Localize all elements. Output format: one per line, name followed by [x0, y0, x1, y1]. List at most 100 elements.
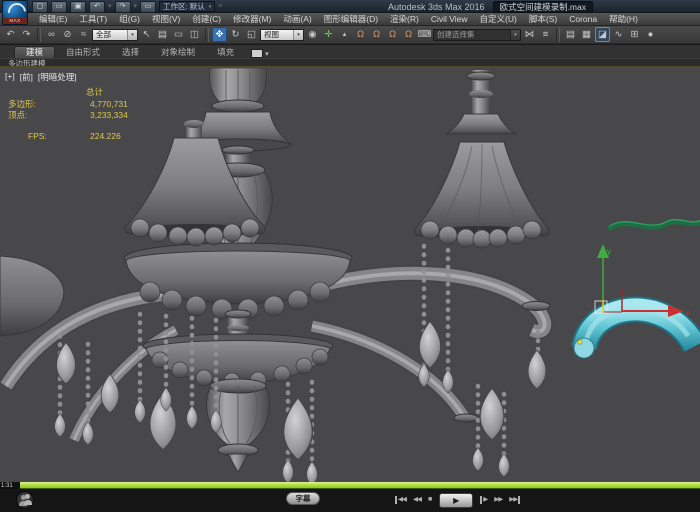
- save-file-icon[interactable]: ▣: [70, 1, 86, 13]
- viewers-button[interactable]: [16, 491, 34, 509]
- angle-snap-icon[interactable]: Ω: [369, 27, 384, 42]
- stats-fps-row: FPS:224.226: [8, 131, 128, 143]
- chevron-down-icon: ▾: [209, 4, 212, 10]
- playback-controls: ◀◀ ◀◀ ■ ▶ ▶ ▶▶ ▶▶: [395, 492, 520, 508]
- minimize-ribbon-button[interactable]: ▾: [251, 49, 269, 58]
- viewport[interactable]: y x [+] [前] [明暗处理] 总计 多边形:4,770,731 顶点:3…: [0, 68, 700, 482]
- toolbar-separator: [556, 28, 560, 42]
- viewport-general-menu[interactable]: [+]: [5, 71, 15, 83]
- selection-filter-dropdown[interactable]: 全部 ▾: [92, 29, 138, 41]
- menu-graph-editors[interactable]: 图形编辑器(D): [318, 13, 384, 25]
- vertex-handle[interactable]: [578, 340, 582, 344]
- menu-views[interactable]: 视图(V): [146, 13, 186, 25]
- select-by-name-icon[interactable]: ▤: [155, 27, 170, 42]
- skip-to-start-button[interactable]: ◀◀: [395, 496, 406, 504]
- menu-bar: 编辑(E) 工具(T) 组(G) 视图(V) 创建(C) 修改器(M) 动画(A…: [0, 13, 700, 26]
- schematic-view-icon[interactable]: ⊞: [627, 27, 642, 42]
- workspace-selector[interactable]: 工作区: 默认 ▾: [159, 1, 215, 12]
- tab-selection[interactable]: 选择: [111, 47, 150, 58]
- layer-explorer-icon[interactable]: ▦: [579, 27, 594, 42]
- scene-explorer-icon[interactable]: ▤: [563, 27, 578, 42]
- selection-filter-value: 全部: [96, 29, 111, 40]
- subtitles-button[interactable]: 字幕: [286, 492, 320, 505]
- menu-scripting[interactable]: 脚本(S): [523, 13, 563, 25]
- bind-to-spacewarp-icon[interactable]: ≈: [76, 27, 91, 42]
- menu-rendering[interactable]: 渲染(R): [384, 13, 425, 25]
- fast-forward-button[interactable]: ▶▶: [494, 496, 502, 504]
- undo-icon[interactable]: ↶: [89, 1, 105, 13]
- unlink-selection-icon[interactable]: ⊘: [60, 27, 75, 42]
- spinner-snap-icon[interactable]: Ω: [401, 27, 416, 42]
- toggle-scene-explorer-icon[interactable]: ◪: [595, 27, 610, 42]
- play-button[interactable]: ▶: [439, 493, 473, 508]
- redo-icon[interactable]: ↷: [115, 1, 131, 13]
- select-and-manipulate-icon[interactable]: ✛: [321, 27, 336, 42]
- window-title: Autodesk 3ds Max 2016 欧式空间建模录制.max: [388, 1, 593, 12]
- curve-editor-icon[interactable]: ∿: [611, 27, 626, 42]
- menu-tools[interactable]: 工具(T): [73, 13, 113, 25]
- step-forward-button[interactable]: ▶: [480, 496, 487, 504]
- menu-customize[interactable]: 自定义(U): [474, 13, 523, 25]
- stats-fps-value: 224.226: [90, 131, 121, 141]
- stats-verts-value: 3,233,334: [90, 110, 128, 120]
- ribbon: 建模 自由形式 选择 对象绘制 填充 ▾ 多边形建模: [0, 45, 700, 68]
- ribbon-state-icon: [251, 49, 263, 58]
- percent-snap-icon[interactable]: Ω: [385, 27, 400, 42]
- named-selection-sets-value: 创建选择集: [437, 29, 475, 40]
- main-toolbar: ↶ ↷ ∞ ⊘ ≈ 全部 ▾ ↖ ▤ ▭ ◫ ✥ ↻ ◱ 视图 ▾ ◉ ✛ ▲ …: [0, 26, 700, 44]
- progress-bar[interactable]: [20, 482, 700, 489]
- select-and-rotate-button[interactable]: ↻: [228, 27, 243, 42]
- player-progress-row: 1:31: [0, 482, 700, 489]
- use-pivot-center-icon[interactable]: ◉: [305, 27, 320, 42]
- max-logo-label: MAX: [3, 18, 27, 24]
- viewport-label-row: [+] [前] [明暗处理]: [5, 71, 77, 83]
- app-window: ▢ ▭ ▣ ↶ ▾ ↷ ▾ ▭ 工作区: 默认 ▾ ≡ Autodesk 3ds…: [0, 0, 700, 512]
- select-and-scale-button[interactable]: ◱: [244, 27, 259, 42]
- tab-object-paint[interactable]: 对象绘制: [150, 47, 206, 58]
- open-file-icon[interactable]: ▭: [51, 1, 67, 13]
- align-icon[interactable]: ≡: [538, 27, 553, 42]
- reference-coordinate-dropdown[interactable]: 视图 ▾: [260, 29, 304, 41]
- player-control-bar: 字幕 ◀◀ ◀◀ ■ ▶ ▶ ▶▶ ▶▶: [0, 489, 700, 512]
- select-and-link-icon[interactable]: ∞: [44, 27, 59, 42]
- menu-group[interactable]: 组(G): [113, 13, 146, 25]
- select-object-icon[interactable]: ↖: [139, 27, 154, 42]
- viewport-statistics: 总计 多边形:4,770,731 顶点:3,233,334 FPS:224.22…: [8, 87, 128, 142]
- ribbon-tabs: 建模 自由形式 选择 对象绘制 填充 ▾: [0, 45, 700, 58]
- viewport-pov-menu[interactable]: [前]: [20, 71, 33, 83]
- elapsed-time: 1:31: [0, 483, 20, 489]
- redo-button[interactable]: ↷: [19, 27, 34, 42]
- menu-help[interactable]: 帮助(H): [603, 13, 644, 25]
- tab-freeform[interactable]: 自由形式: [55, 47, 111, 58]
- undo-dropdown-icon[interactable]: ▾: [108, 2, 112, 12]
- menu-create[interactable]: 创建(C): [186, 13, 227, 25]
- qat-customize-icon[interactable]: ≡: [218, 2, 222, 12]
- menu-animation[interactable]: 动画(A): [277, 13, 317, 25]
- material-editor-icon[interactable]: ●: [643, 27, 658, 42]
- rewind-button[interactable]: ◀◀: [413, 496, 421, 504]
- undo-button[interactable]: ↶: [3, 27, 18, 42]
- selection-region-icon[interactable]: ▭: [171, 27, 186, 42]
- tab-populate[interactable]: 填充: [206, 47, 245, 58]
- stop-button[interactable]: ■: [428, 496, 432, 504]
- redo-dropdown-icon[interactable]: ▾: [134, 2, 138, 12]
- skip-to-end-button[interactable]: ▶▶: [509, 496, 520, 504]
- select-and-move-button[interactable]: ✥: [212, 27, 227, 42]
- viewport-shading-menu[interactable]: [明暗处理]: [38, 71, 77, 83]
- tab-modeling[interactable]: 建模: [14, 46, 55, 58]
- mirror-icon[interactable]: ⋈: [522, 27, 537, 42]
- menu-modifiers[interactable]: 修改器(M): [227, 13, 277, 25]
- spline-object[interactable]: [610, 220, 700, 228]
- workspace-label: 工作区: 默认: [163, 1, 205, 12]
- new-file-icon[interactable]: ▢: [32, 1, 48, 13]
- named-selection-sets-dropdown[interactable]: 创建选择集 ▾: [433, 29, 521, 41]
- menu-corona[interactable]: Corona: [563, 14, 603, 24]
- max-application-menu-button[interactable]: MAX: [2, 0, 28, 25]
- project-folder-icon[interactable]: ▭: [140, 1, 156, 13]
- menu-civil-view[interactable]: Civil View: [425, 14, 474, 24]
- spinner-button[interactable]: ▲: [337, 27, 352, 42]
- snap-toggle-icon[interactable]: Ω: [353, 27, 368, 42]
- menu-edit[interactable]: 编辑(E): [33, 13, 73, 25]
- keyboard-override-icon[interactable]: ⌨: [417, 27, 432, 42]
- window-crossing-icon[interactable]: ◫: [187, 27, 202, 42]
